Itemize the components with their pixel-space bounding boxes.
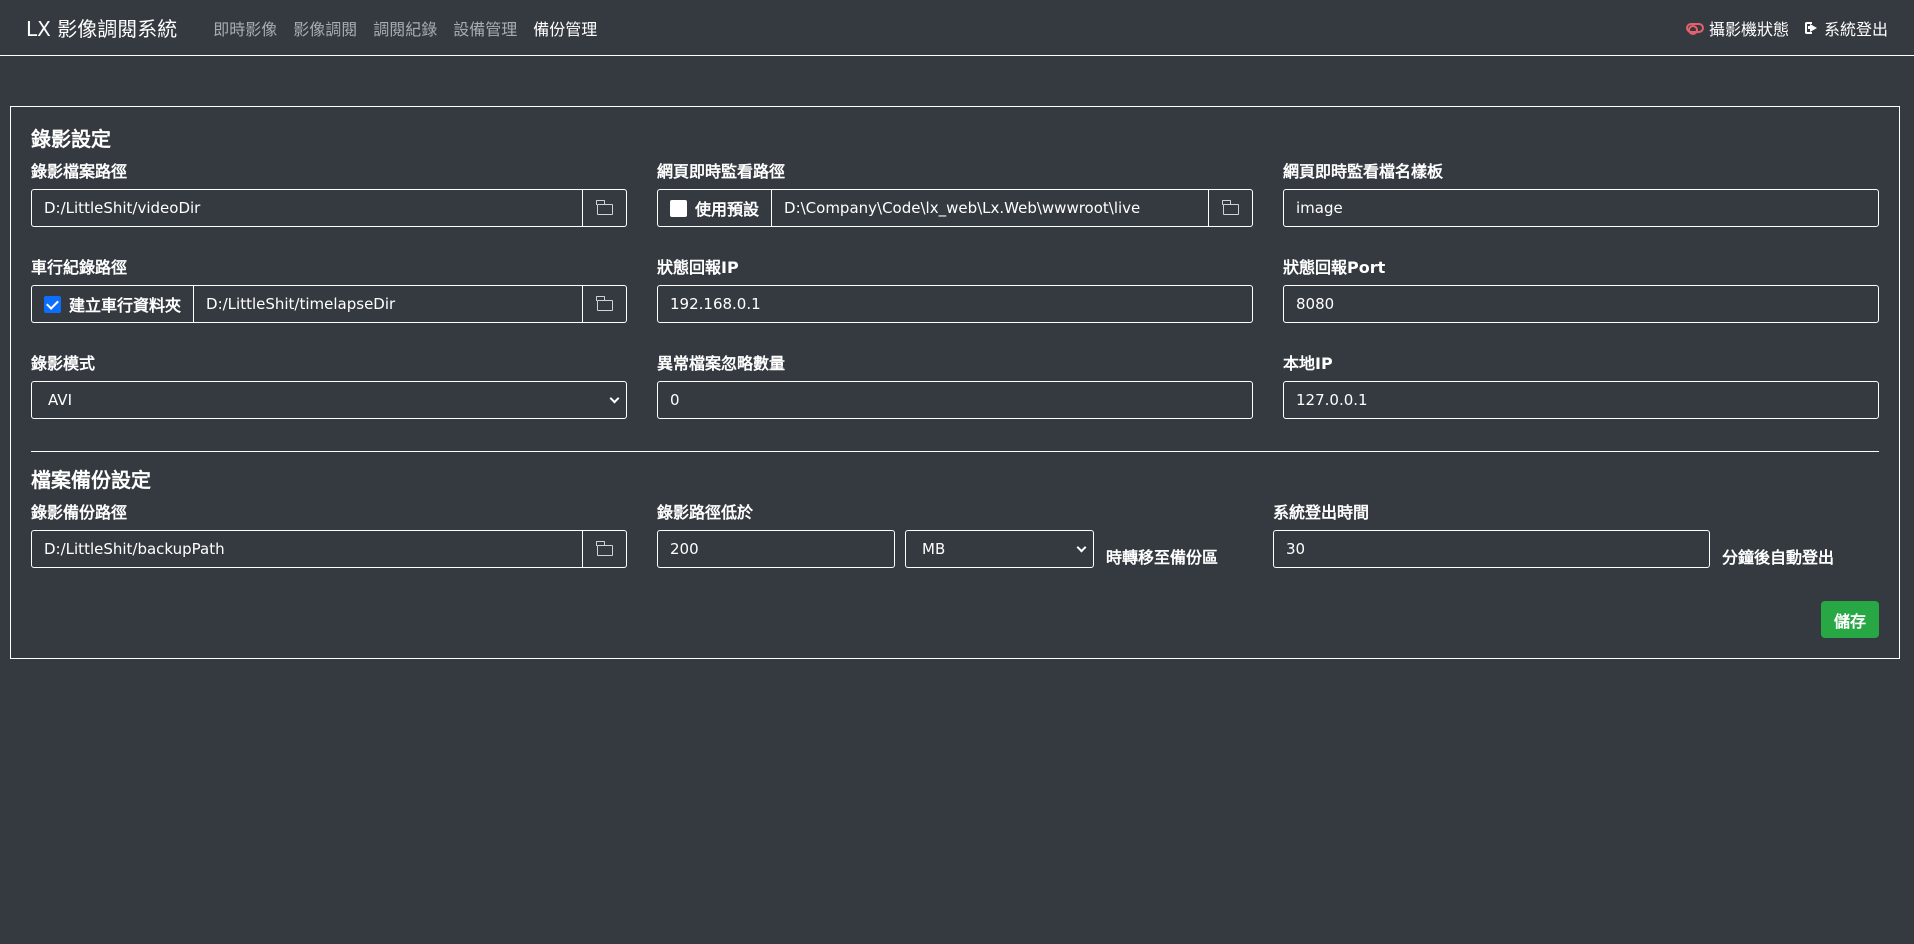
backup-path-group: D:/LittleShit/backupPath (31, 530, 627, 568)
navbar: LX 影像調閱系統 即時影像 影像調閱 調閱紀錄 設備管理 備份管理 攝影機狀態… (0, 0, 1914, 56)
live-path-group: 使用預設 D:\Company\Code\lx_web\Lx.Web\wwwro… (657, 189, 1253, 227)
record-mode-value: AVI (48, 391, 72, 409)
folder-icon (1222, 199, 1239, 215)
create-folder-checkbox[interactable] (44, 295, 61, 313)
logout-time-label: 系統登出時間 (1273, 503, 1370, 522)
recording-row-1: 錄影檔案路徑 D:/LittleShit/videoDir 網頁即時監看路徑 使… (31, 159, 1879, 227)
section-divider (31, 451, 1879, 452)
camera-status-label: 攝影機狀態 (1708, 19, 1789, 39)
live-template-col: 網頁即時監看檔名樣板 image (1283, 159, 1879, 227)
local-ip-input[interactable]: 127.0.0.1 (1283, 381, 1879, 419)
backup-row: 錄影備份路徑 D:/LittleShit/backupPath 錄影路徑低於 2… (31, 500, 1879, 568)
timelapse-path-col: 車行紀錄路徑 建立車行資料夾 D:/LittleShit/timelapseDi… (31, 255, 627, 323)
chevron-down-icon (1076, 542, 1087, 552)
status-ip-input[interactable]: 192.168.0.1 (657, 285, 1253, 323)
backup-path-input[interactable]: D:/LittleShit/backupPath (31, 530, 583, 568)
threshold-unit-select[interactable]: MB (905, 530, 1094, 568)
nav-right: 攝影機狀態 系統登出 (1685, 16, 1888, 40)
live-template-input[interactable]: image (1283, 189, 1879, 227)
settings-panel: 錄影設定 錄影檔案路徑 D:/LittleShit/videoDir 網頁即時監… (10, 106, 1900, 659)
logout-time-col: 系統登出時間 30 分鐘後自動登出 (1273, 500, 1879, 568)
recording-row-3: 錄影模式 AVI 異常檔案忽略數量 0 本地IP 127.0.0.1 (31, 351, 1879, 419)
nav-link-devices[interactable]: 設備管理 (453, 16, 517, 40)
timelapse-path-browse-button[interactable] (583, 285, 627, 323)
backup-path-col: 錄影備份路徑 D:/LittleShit/backupPath (31, 500, 627, 568)
sign-out-icon (1804, 21, 1819, 35)
live-path-input[interactable]: D:\Company\Code\lx_web\Lx.Web\wwwroot\li… (771, 189, 1210, 227)
ignore-count-input[interactable]: 0 (657, 381, 1253, 419)
status-port-label: 狀態回報Port (1283, 258, 1386, 277)
threshold-group: 200 MB 時轉移至備份區 (657, 530, 1243, 568)
recording-row-2: 車行紀錄路徑 建立車行資料夾 D:/LittleShit/timelapseDi… (31, 255, 1879, 323)
use-default-addon: 使用預設 (657, 189, 772, 227)
logout-time-suffix: 分鐘後自動登出 (1722, 548, 1835, 567)
camera-status-link[interactable]: 攝影機狀態 (1685, 16, 1789, 40)
record-mode-select[interactable]: AVI (31, 381, 627, 419)
local-ip-label: 本地IP (1283, 354, 1333, 373)
backup-path-browse-button[interactable] (583, 530, 627, 568)
video-path-col: 錄影檔案路徑 D:/LittleShit/videoDir (31, 159, 627, 227)
chevron-down-icon (609, 393, 620, 403)
status-port-input[interactable]: 8080 (1283, 285, 1879, 323)
save-button[interactable]: 儲存 (1821, 601, 1879, 638)
create-folder-label: 建立車行資料夾 (69, 296, 182, 315)
live-path-label: 網頁即時監看路徑 (657, 162, 786, 181)
logout-label: 系統登出 (1823, 19, 1888, 39)
status-ip-col: 狀態回報IP 192.168.0.1 (657, 255, 1253, 323)
threshold-label: 錄影路徑低於 (657, 503, 754, 522)
threshold-input[interactable]: 200 (657, 530, 895, 568)
folder-icon (596, 540, 613, 556)
record-mode-label: 錄影模式 (31, 354, 96, 373)
status-ip-label: 狀態回報IP (657, 258, 739, 277)
ignore-count-label: 異常檔案忽略數量 (657, 354, 786, 373)
threshold-col: 錄影路徑低於 200 MB 時轉移至備份區 (657, 500, 1243, 568)
timelapse-path-group: 建立車行資料夾 D:/LittleShit/timelapseDir (31, 285, 627, 323)
threshold-suffix: 時轉移至備份區 (1106, 548, 1219, 567)
live-template-label: 網頁即時監看檔名樣板 (1283, 162, 1444, 181)
nav-link-playback[interactable]: 影像調閱 (293, 16, 357, 40)
nav-link-backup[interactable]: 備份管理 (533, 16, 597, 40)
timelapse-path-input[interactable]: D:/LittleShit/timelapseDir (193, 285, 583, 323)
video-path-input[interactable]: D:/LittleShit/videoDir (31, 189, 583, 227)
nav-link-history[interactable]: 調閱紀錄 (373, 16, 437, 40)
live-path-browse-button[interactable] (1209, 189, 1253, 227)
record-mode-col: 錄影模式 AVI (31, 351, 627, 419)
logout-link[interactable]: 系統登出 (1804, 16, 1888, 40)
folder-icon (596, 199, 613, 215)
create-folder-addon: 建立車行資料夾 (31, 285, 194, 323)
recording-section-title: 錄影設定 (31, 127, 111, 151)
video-path-label: 錄影檔案路徑 (31, 162, 128, 181)
local-ip-col: 本地IP 127.0.0.1 (1283, 351, 1879, 419)
use-default-label: 使用預設 (695, 200, 760, 219)
folder-icon (596, 295, 613, 311)
logout-time-group: 30 分鐘後自動登出 (1273, 530, 1879, 568)
video-path-browse-button[interactable] (583, 189, 627, 227)
ignore-count-col: 異常檔案忽略數量 0 (657, 351, 1253, 419)
use-default-checkbox[interactable] (670, 199, 687, 217)
nav-link-live[interactable]: 即時影像 (213, 16, 277, 40)
live-path-col: 網頁即時監看路徑 使用預設 D:\Company\Code\lx_web\Lx.… (657, 159, 1253, 227)
logout-time-input[interactable]: 30 (1273, 530, 1710, 568)
status-port-col: 狀態回報Port 8080 (1283, 255, 1879, 323)
nav-links: 即時影像 影像調閱 調閱紀錄 設備管理 備份管理 (213, 16, 597, 40)
backup-path-label: 錄影備份路徑 (31, 503, 128, 522)
backup-section-title: 檔案備份設定 (31, 468, 151, 492)
timelapse-path-label: 車行紀錄路徑 (31, 258, 128, 277)
video-path-group: D:/LittleShit/videoDir (31, 189, 627, 227)
brand[interactable]: LX 影像調閱系統 (26, 13, 177, 42)
threshold-unit-value: MB (922, 540, 946, 558)
toggle-icon (1685, 22, 1704, 35)
